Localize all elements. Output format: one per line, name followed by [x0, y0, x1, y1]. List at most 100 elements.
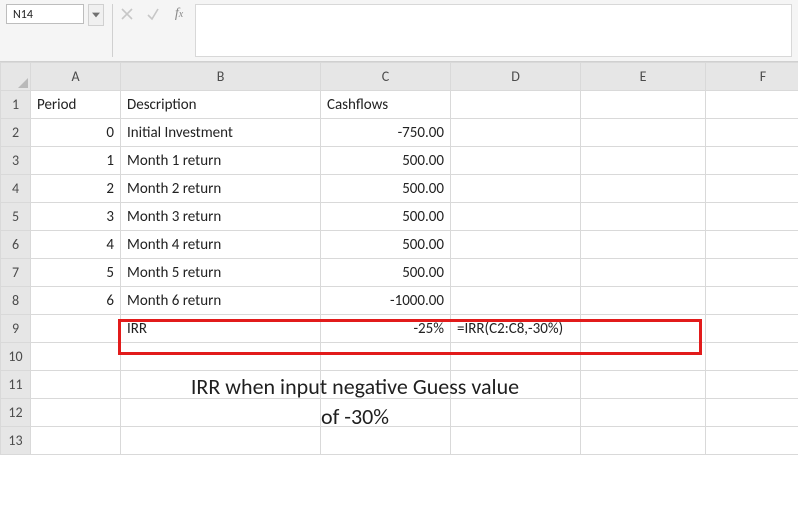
col-header-D[interactable]: D [451, 63, 581, 91]
cell-E9[interactable] [581, 315, 706, 343]
cell-E3[interactable] [581, 147, 706, 175]
cell-A2[interactable]: 0 [31, 119, 121, 147]
row-header-2[interactable]: 2 [1, 119, 31, 147]
col-header-A[interactable]: A [31, 63, 121, 91]
cell-E11[interactable] [581, 371, 706, 399]
row-header-9[interactable]: 9 [1, 315, 31, 343]
row-header-7[interactable]: 7 [1, 259, 31, 287]
cell-D9[interactable]: =IRR(C2:C8,-30%) [451, 315, 581, 343]
cell-F9[interactable] [706, 315, 798, 343]
cell-B11[interactable] [121, 371, 321, 399]
cell-D12[interactable] [451, 399, 581, 427]
row-header-1[interactable]: 1 [1, 91, 31, 119]
col-header-C[interactable]: C [321, 63, 451, 91]
cell-C8[interactable]: -1000.00 [321, 287, 451, 315]
cell-F13[interactable] [706, 427, 798, 455]
name-box-dropdown[interactable] [88, 4, 104, 26]
row-header-5[interactable]: 5 [1, 203, 31, 231]
cell-A5[interactable]: 3 [31, 203, 121, 231]
cell-E8[interactable] [581, 287, 706, 315]
formula-input[interactable] [195, 4, 792, 57]
cell-D1[interactable] [451, 91, 581, 119]
cell-E1[interactable] [581, 91, 706, 119]
cell-F8[interactable] [706, 287, 798, 315]
accept-formula-button[interactable] [145, 4, 161, 24]
cell-F5[interactable] [706, 203, 798, 231]
cell-D7[interactable] [451, 259, 581, 287]
cell-E13[interactable] [581, 427, 706, 455]
cell-A3[interactable]: 1 [31, 147, 121, 175]
row-header-11[interactable]: 11 [1, 371, 31, 399]
cell-C3[interactable]: 500.00 [321, 147, 451, 175]
cell-C1[interactable]: Cashflows [321, 91, 451, 119]
row-header-8[interactable]: 8 [1, 287, 31, 315]
cell-A13[interactable] [31, 427, 121, 455]
cell-F4[interactable] [706, 175, 798, 203]
cell-B13[interactable] [121, 427, 321, 455]
cell-B12[interactable] [121, 399, 321, 427]
cell-E10[interactable] [581, 343, 706, 371]
cell-E2[interactable] [581, 119, 706, 147]
cell-A8[interactable]: 6 [31, 287, 121, 315]
cell-B2[interactable]: Initial Investment [121, 119, 321, 147]
select-all-corner[interactable] [1, 63, 31, 91]
spreadsheet-grid[interactable]: A B C D E F 1 Period Description Cashflo… [0, 62, 798, 528]
cell-F11[interactable] [706, 371, 798, 399]
cell-A9[interactable] [31, 315, 121, 343]
cell-B10[interactable] [121, 343, 321, 371]
cell-D5[interactable] [451, 203, 581, 231]
cell-A6[interactable]: 4 [31, 231, 121, 259]
cell-A11[interactable] [31, 371, 121, 399]
cell-D4[interactable] [451, 175, 581, 203]
cell-B8[interactable]: Month 6 return [121, 287, 321, 315]
cell-C12[interactable] [321, 399, 451, 427]
cell-F6[interactable] [706, 231, 798, 259]
cell-C13[interactable] [321, 427, 451, 455]
cell-D11[interactable] [451, 371, 581, 399]
cell-F1[interactable] [706, 91, 798, 119]
cell-B1[interactable]: Description [121, 91, 321, 119]
col-header-B[interactable]: B [121, 63, 321, 91]
cell-A4[interactable]: 2 [31, 175, 121, 203]
cell-D3[interactable] [451, 147, 581, 175]
cell-B3[interactable]: Month 1 return [121, 147, 321, 175]
row-header-12[interactable]: 12 [1, 399, 31, 427]
cell-A12[interactable] [31, 399, 121, 427]
cell-F10[interactable] [706, 343, 798, 371]
cell-C5[interactable]: 500.00 [321, 203, 451, 231]
row-header-4[interactable]: 4 [1, 175, 31, 203]
cell-E12[interactable] [581, 399, 706, 427]
row-header-13[interactable]: 13 [1, 427, 31, 455]
cell-F7[interactable] [706, 259, 798, 287]
cell-D10[interactable] [451, 343, 581, 371]
cell-F3[interactable] [706, 147, 798, 175]
cell-C9[interactable]: -25% [321, 315, 451, 343]
cell-E5[interactable] [581, 203, 706, 231]
cell-C10[interactable] [321, 343, 451, 371]
col-header-F[interactable]: F [706, 63, 798, 91]
cell-C7[interactable]: 500.00 [321, 259, 451, 287]
cell-C6[interactable]: 500.00 [321, 231, 451, 259]
cell-D8[interactable] [451, 287, 581, 315]
row-header-3[interactable]: 3 [1, 147, 31, 175]
cell-B9[interactable]: IRR [121, 315, 321, 343]
cell-F12[interactable] [706, 399, 798, 427]
row-header-6[interactable]: 6 [1, 231, 31, 259]
cell-C2[interactable]: -750.00 [321, 119, 451, 147]
cancel-formula-button[interactable] [119, 4, 135, 24]
cell-B6[interactable]: Month 4 return [121, 231, 321, 259]
cell-D2[interactable] [451, 119, 581, 147]
cell-A7[interactable]: 5 [31, 259, 121, 287]
cell-D13[interactable] [451, 427, 581, 455]
cell-B7[interactable]: Month 5 return [121, 259, 321, 287]
cell-B5[interactable]: Month 3 return [121, 203, 321, 231]
cell-E7[interactable] [581, 259, 706, 287]
col-header-E[interactable]: E [581, 63, 706, 91]
cell-A10[interactable] [31, 343, 121, 371]
cell-A1[interactable]: Period [31, 91, 121, 119]
cell-C4[interactable]: 500.00 [321, 175, 451, 203]
cell-F2[interactable] [706, 119, 798, 147]
cell-E4[interactable] [581, 175, 706, 203]
cell-E6[interactable] [581, 231, 706, 259]
cell-D6[interactable] [451, 231, 581, 259]
